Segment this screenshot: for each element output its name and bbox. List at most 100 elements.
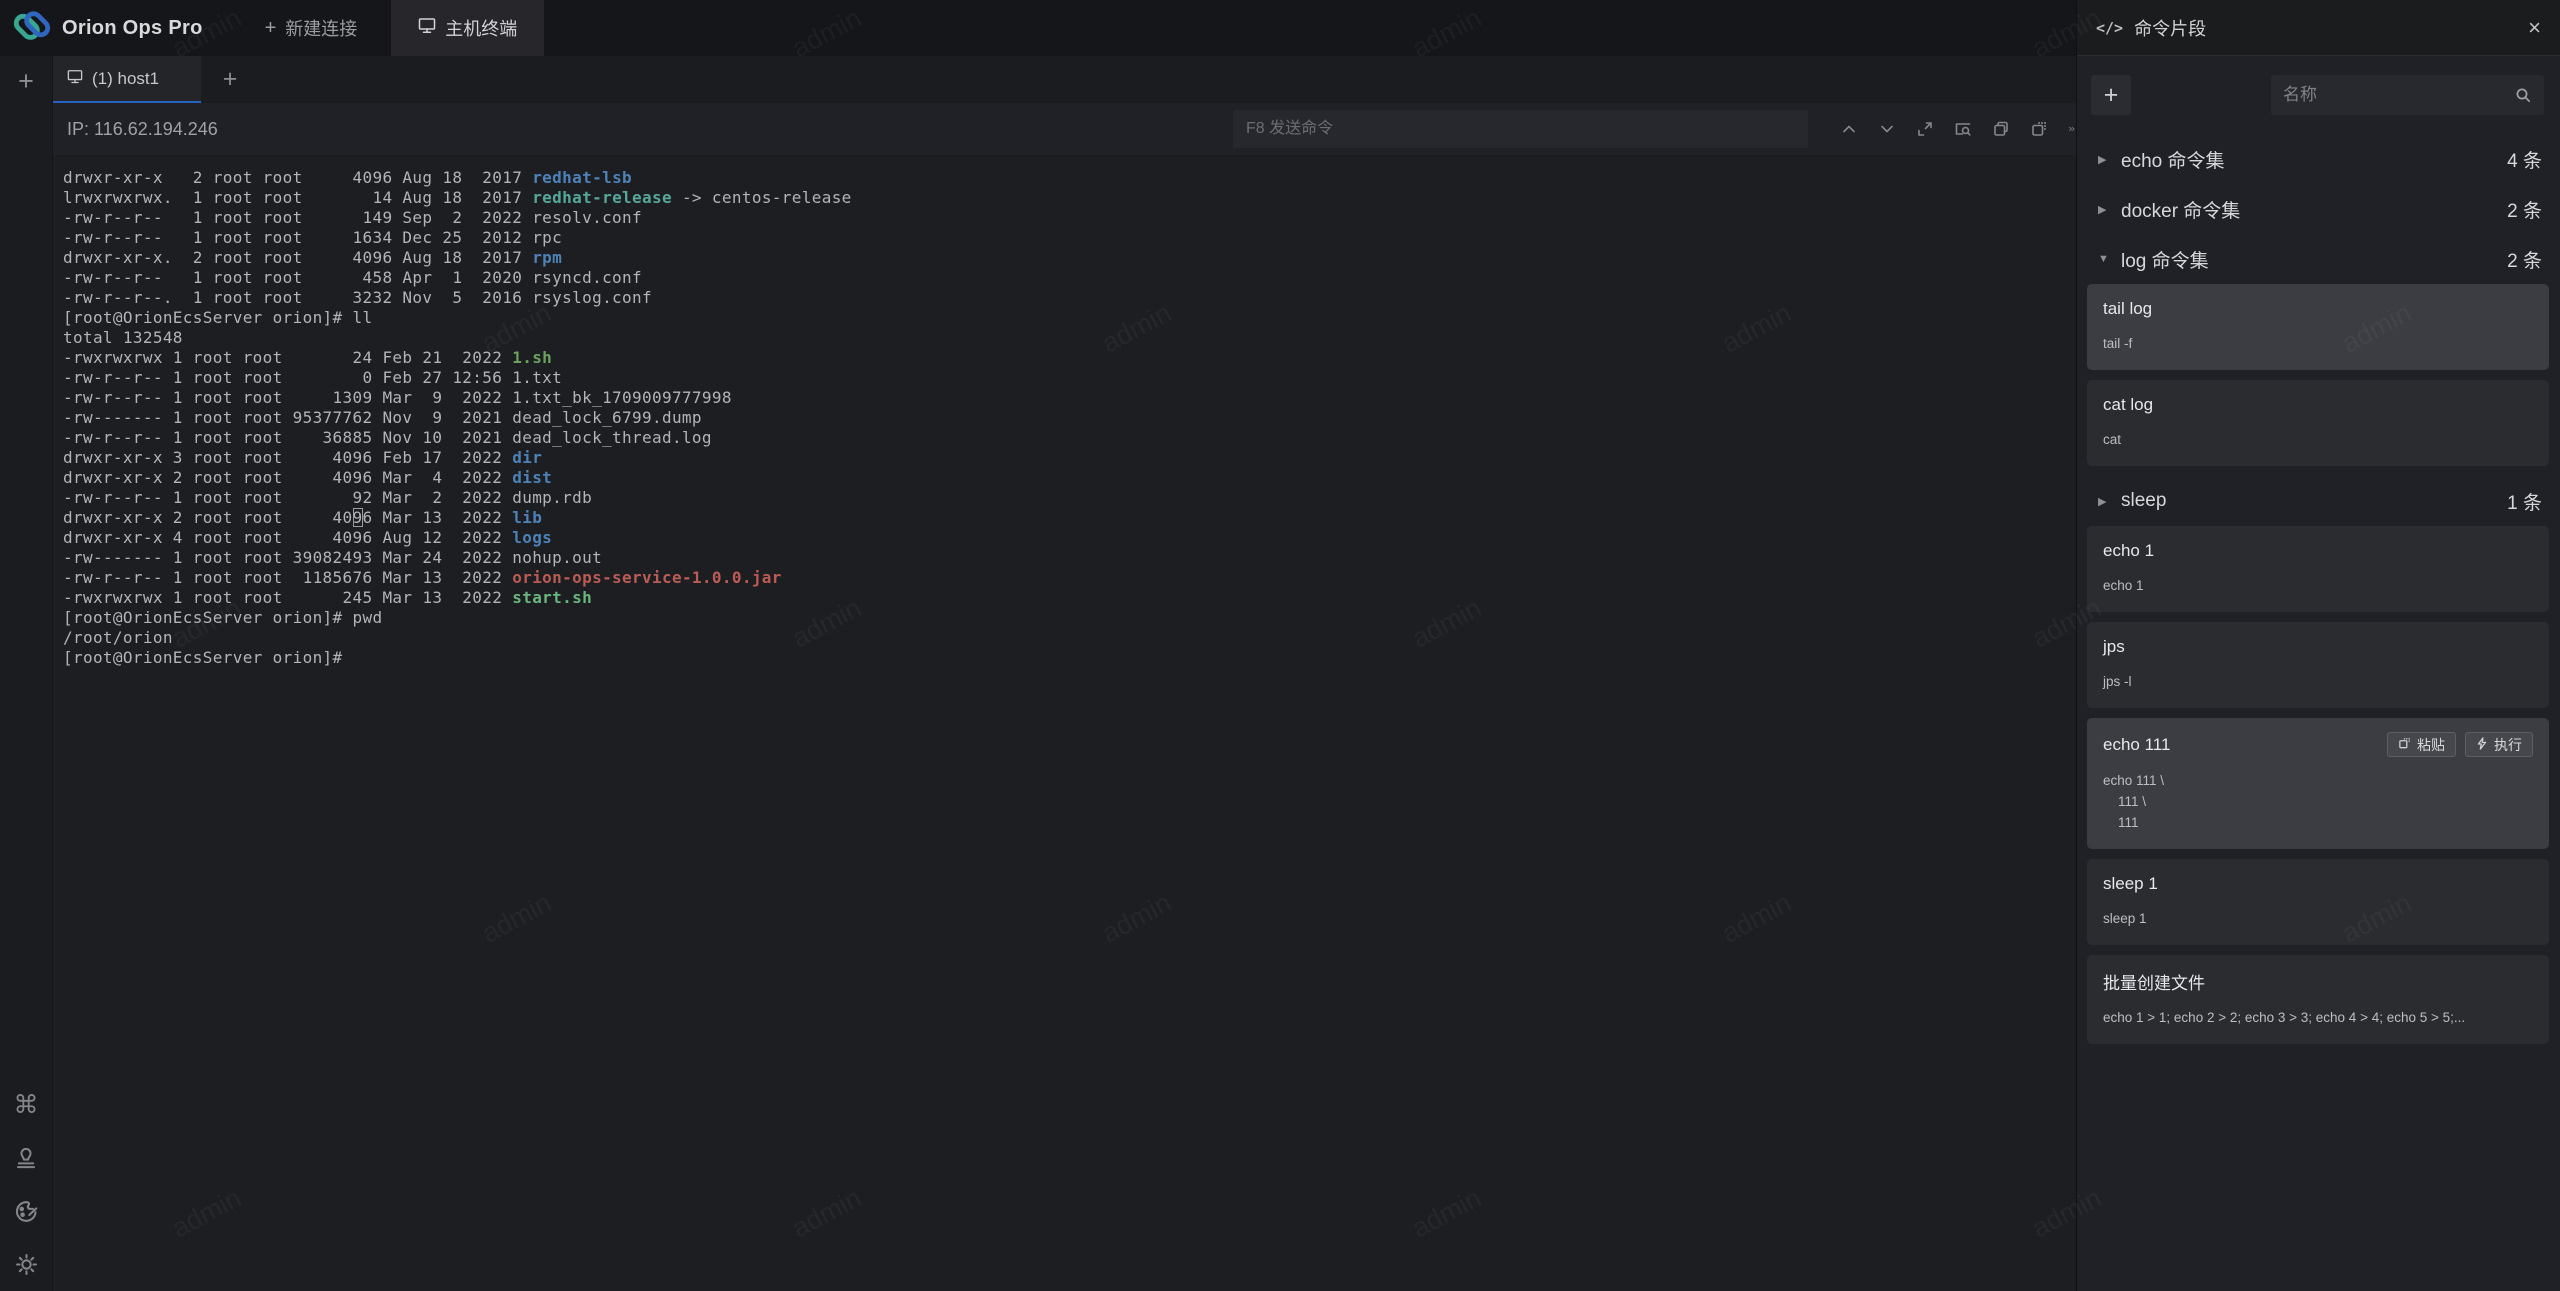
snippet-search-input[interactable]: [2283, 85, 2515, 105]
host-terminal-label: 主机终端: [445, 15, 517, 41]
group-count: 2 条: [2507, 196, 2542, 223]
host-terminal-menu[interactable]: 主机终端: [391, 0, 544, 56]
command-icon[interactable]: ⌘: [12, 1091, 40, 1119]
snippet-title: echo 111: [2103, 735, 2170, 755]
expand-icon[interactable]: [1916, 120, 1934, 138]
paste-icon: [2398, 737, 2411, 753]
terminal-line: -rw-r--r-- 1 root root 92 Mar 2 2022 dum…: [63, 488, 2076, 508]
group-label: docker 命令集: [2121, 196, 2240, 223]
stamp-icon[interactable]: [12, 1144, 40, 1172]
paste-button[interactable]: 粘贴: [2387, 732, 2456, 757]
tab-label: (1) host1: [92, 69, 159, 89]
group-label: log 命令集: [2121, 246, 2209, 273]
snippet-title: 批量创建文件: [2103, 969, 2205, 994]
group-count: 4 条: [2507, 146, 2542, 173]
snippet-list: ▶ echo 命令集 4 条 ▶ docker 命令集 2 条 ▼ log 命令集 2 条 tai…: [2077, 134, 2560, 1044]
group-label: sleep: [2121, 490, 2166, 512]
snippet-command: sleep 1: [2103, 908, 2533, 929]
terminal-line: [root@OrionEcsServer orion]# ll: [63, 308, 2076, 328]
expanded-arrow-icon: ▼: [2098, 253, 2110, 265]
terminal-line: [root@OrionEcsServer orion]#: [63, 648, 2076, 668]
brand-logo-icon: [13, 10, 51, 47]
collapsed-arrow-icon: ▶: [2098, 153, 2110, 166]
copy-icon[interactable]: [1992, 120, 2010, 138]
add-snippet-button[interactable]: +: [2091, 75, 2131, 115]
top-bar: Orion Ops Pro + 新建连接 主机终端: [0, 0, 2076, 56]
terminal-line: drwxr-xr-x 4 root root 4096 Aug 12 2022 …: [63, 528, 2076, 548]
chevron-down-icon[interactable]: [1878, 120, 1896, 138]
execute-button[interactable]: 执行: [2465, 732, 2533, 757]
more-actions-icon[interactable]: [2068, 120, 2076, 138]
snippet-command: echo 1: [2103, 575, 2533, 596]
terminal-line: -rw-r--r-- 1 root root 458 Apr 1 2020 rs…: [63, 268, 2076, 288]
send-command-input[interactable]: [1233, 110, 1808, 148]
terminal-line: drwxr-xr-x 3 root root 4096 Feb 17 2022 …: [63, 448, 2076, 468]
snippet-command: cat: [2103, 429, 2533, 450]
terminal-line: drwxr-xr-x 2 root root 4096 Mar 4 2022 d…: [63, 468, 2076, 488]
snippet-title: echo 1: [2103, 541, 2154, 561]
search-icon: [2515, 87, 2532, 104]
terminal-cursor: 9: [353, 508, 363, 527]
rail-bottom-icons: ⌘: [12, 1091, 40, 1278]
main-area: Orion Ops Pro + 新建连接 主机终端 + ⌘: [0, 0, 2076, 1291]
app-title: Orion Ops Pro: [62, 17, 203, 40]
snippet-group[interactable]: ▼ log 命令集 2 条: [2087, 234, 2549, 284]
snippet-group[interactable]: ▶ echo 命令集 4 条: [2087, 134, 2549, 184]
terminal-toolbar: IP: 116.62.194.246: [53, 103, 2076, 155]
snippet-card[interactable]: 批量创建文件 echo 1 > 1; echo 2 > 2; echo 3 > 3…: [2087, 955, 2549, 1044]
snippet-card[interactable]: jps jps -l: [2087, 622, 2549, 708]
terminal-line: -rw-r--r-- 1 root root 0 Feb 27 12:56 1.…: [63, 368, 2076, 388]
terminal-line: -rw-r--r-- 1 root root 1185676 Mar 13 20…: [63, 568, 2076, 588]
new-connection-menu[interactable]: + 新建连接: [265, 0, 358, 56]
terminal-line: drwxr-xr-x 2 root root 4096 Mar 13 2022 …: [63, 508, 2076, 528]
terminal-line: -rw-r--r-- 1 root root 36885 Nov 10 2021…: [63, 428, 2076, 448]
snippet-command: echo 111 \ 111 \ 111: [2103, 770, 2533, 833]
snippet-card[interactable]: echo 1 echo 1: [2087, 526, 2549, 612]
snippet-title: jps: [2103, 637, 2125, 657]
snippet-panel-title: 命令片段: [2134, 15, 2206, 41]
group-count: 1 条: [2507, 488, 2542, 515]
snippet-group[interactable]: ▶docker 命令集2 条: [2087, 184, 2549, 234]
close-icon[interactable]: ×: [2528, 17, 2541, 39]
terminal-line: -rw-r--r--. 1 root root 3232 Nov 5 2016 …: [63, 288, 2076, 308]
chevron-up-icon[interactable]: [1840, 120, 1858, 138]
snippet-card[interactable]: tail logtail -f: [2087, 284, 2549, 370]
snippet-toolbar: +: [2091, 75, 2544, 115]
button-label: 执行: [2494, 735, 2522, 755]
code-icon: </>: [2096, 19, 2123, 37]
monitor-icon: [418, 17, 436, 39]
group-label: echo 命令集: [2121, 146, 2224, 173]
left-rail: + ⌘: [0, 56, 53, 1291]
terminal-output[interactable]: drwxr-xr-x 2 root root 4096 Aug 18 2017 …: [53, 155, 2076, 1291]
search-terminal-icon[interactable]: [1954, 120, 1972, 138]
terminal-line: -rw------- 1 root root 39082493 Mar 24 2…: [63, 548, 2076, 568]
paste-icon[interactable]: [2030, 120, 2048, 138]
snippet-title: cat log: [2103, 395, 2153, 415]
snippet-card[interactable]: echo 111 粘贴 执行 echo 111 \ 111 \ 111: [2087, 718, 2549, 849]
snippet-group[interactable]: ▶ sleep 1 条: [2087, 476, 2549, 526]
execute-icon: [2476, 737, 2488, 753]
terminal-line: lrwxrwxrwx. 1 root root 14 Aug 18 2017 r…: [63, 188, 2076, 208]
snippet-card[interactable]: cat log cat: [2087, 380, 2549, 466]
snippet-command: jps -l: [2103, 671, 2533, 692]
rail-add-button[interactable]: +: [18, 66, 34, 96]
tab-host1[interactable]: (1) host1: [53, 56, 201, 103]
snippet-card[interactable]: sleep 1sleep 1: [2087, 859, 2549, 945]
new-tab-button[interactable]: +: [201, 56, 259, 103]
terminal-line: -rw------- 1 root root 95377762 Nov 9 20…: [63, 408, 2076, 428]
new-connection-label: 新建连接: [285, 15, 357, 41]
terminal-pane: (1) host1 + IP: 116.62.194.246: [53, 56, 2076, 1291]
terminal-line: -rw-r--r-- 1 root root 149 Sep 2 2022 re…: [63, 208, 2076, 228]
gear-icon[interactable]: [12, 1250, 40, 1278]
terminal-line: -rw-r--r-- 1 root root 1634 Dec 25 2012 …: [63, 228, 2076, 248]
collapsed-arrow-icon: ▶: [2098, 495, 2110, 508]
group-count: 2 条: [2507, 246, 2542, 273]
snippet-command: echo 1 > 1; echo 2 > 2; echo 3 > 3; echo…: [2103, 1007, 2533, 1028]
monitor-icon: [67, 69, 83, 89]
palette-icon[interactable]: [12, 1197, 40, 1225]
snippet-panel-header: </> 命令片段 ×: [2077, 0, 2560, 56]
host-ip: IP: 116.62.194.246: [67, 119, 218, 140]
tab-strip: (1) host1 +: [53, 56, 2076, 103]
snippet-title: tail log: [2103, 299, 2152, 319]
snippet-panel: </> 命令片段 × + ▶echo 命令集4 条▶docker 命令集2 条▼…: [2076, 0, 2560, 1291]
